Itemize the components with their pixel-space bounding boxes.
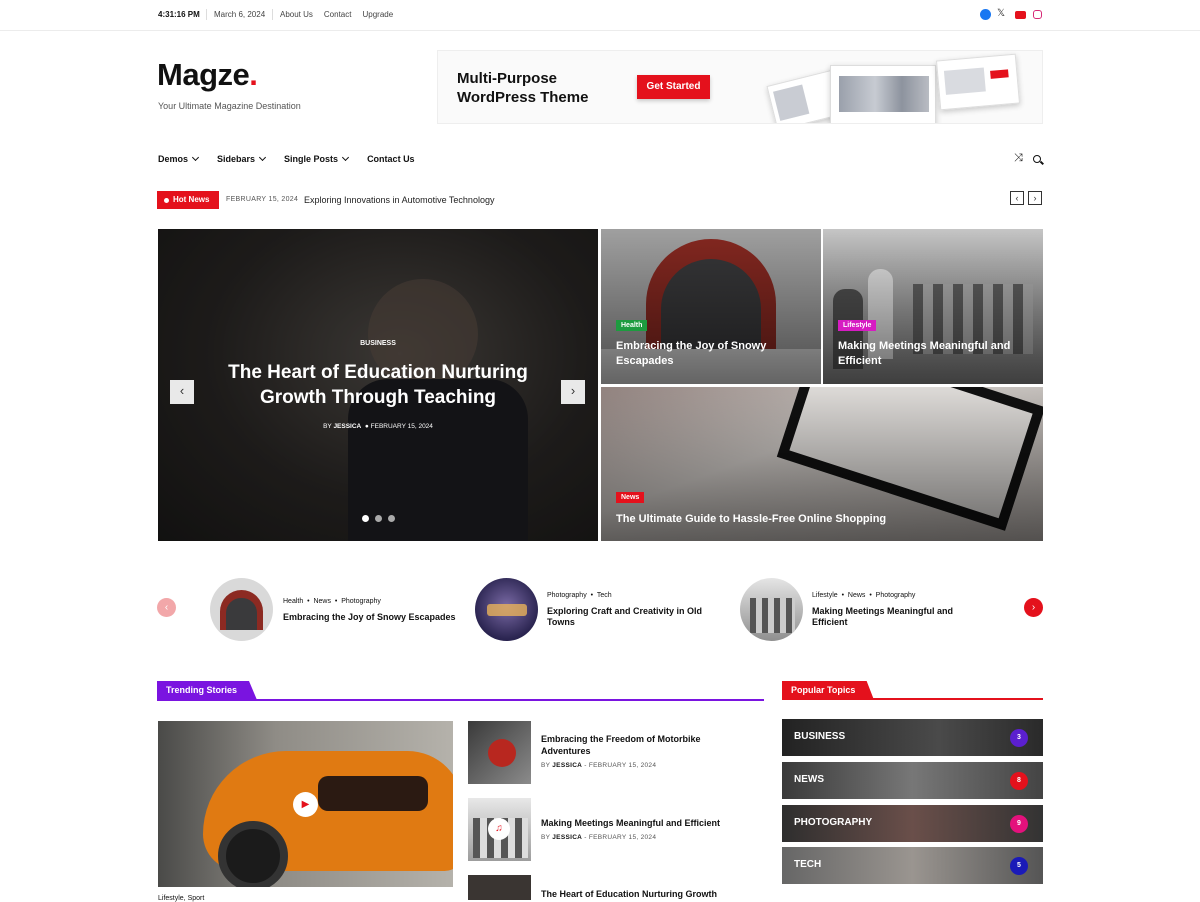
ticker-date: FEBRUARY 15, 2024 [226, 196, 299, 203]
carousel-thumbnail[interactable] [740, 578, 803, 641]
category-badge-lifestyle[interactable]: Lifestyle [838, 320, 877, 331]
banner-title: Multi-Purpose WordPress Theme [457, 70, 589, 106]
topic-photography[interactable]: PHOTOGRAPHY 9 [782, 805, 1043, 842]
carousel-thumbnail[interactable] [475, 578, 538, 641]
tag-link[interactable]: Photography [341, 598, 381, 605]
ticker-prev-button[interactable]: ‹ [1010, 191, 1024, 205]
carousel-next-button[interactable]: › [1024, 598, 1043, 617]
list-thumbnail[interactable] [468, 721, 531, 784]
search-icon-handle [1040, 160, 1044, 165]
topic-count-badge: 8 [1010, 772, 1028, 790]
topic-count-badge: 5 [1010, 857, 1028, 875]
nav-item-demos[interactable]: Demos [158, 153, 200, 164]
list-title[interactable]: Making Meetings Meaningful and Efficient [541, 817, 751, 829]
banner-mockup-image [830, 65, 936, 123]
category-badge-news[interactable]: News [616, 492, 645, 503]
tag-link[interactable]: Health [283, 598, 303, 605]
chevron-down-icon [191, 153, 200, 162]
clock-icon: ● [364, 423, 369, 430]
nav-item-sidebars[interactable]: Sidebars [217, 153, 267, 164]
tag-link[interactable]: Photography [547, 592, 587, 599]
x-icon[interactable]: 𝕏 [997, 8, 1005, 19]
tag-link[interactable]: Tech [597, 592, 612, 599]
list-title[interactable]: The Heart of Education Nurturing Growth [541, 888, 761, 900]
tile-title[interactable]: Embracing the Joy of Snowy Escapades [616, 339, 806, 369]
carousel-tags: Photography • Tech [547, 592, 612, 599]
list-meta: BY JESSICA - FEBRUARY 15, 2024 [541, 834, 657, 841]
tag-link[interactable]: Lifestyle [812, 592, 838, 599]
top-bar: 4:31:16 PM March 6, 2024 About Us Contac… [0, 0, 1200, 31]
slider-dot[interactable] [375, 515, 382, 522]
chevron-down-icon [342, 153, 350, 162]
link-upgrade[interactable]: Upgrade [362, 10, 393, 19]
hero-title[interactable]: The Heart of Education Nurturing Growth … [218, 360, 538, 410]
top-links: About Us Contact Upgrade [280, 10, 393, 19]
audio-icon[interactable]: ♫ [488, 818, 510, 840]
carousel-thumbnail[interactable] [210, 578, 273, 641]
youtube-icon[interactable] [1015, 11, 1026, 19]
hero-category[interactable]: BUSINESS [158, 340, 598, 347]
section-underline [782, 698, 1043, 700]
ticker-headline[interactable]: Exploring Innovations in Automotive Tech… [304, 195, 494, 205]
topic-tech[interactable]: TECH 5 [782, 847, 1043, 884]
ticker-next-button[interactable]: › [1028, 191, 1042, 205]
tile-title[interactable]: The Ultimate Guide to Hassle-Free Online… [616, 512, 1016, 527]
shuffle-icon[interactable]: ⤨ [1014, 152, 1023, 165]
chevron-down-icon [259, 153, 267, 162]
tag-link[interactable]: News [313, 598, 331, 605]
site-tagline: Your Ultimate Magazine Destination [158, 101, 301, 111]
hero-tile[interactable]: Health Embracing the Joy of Snowy Escapa… [601, 229, 821, 384]
hero-tile[interactable]: News The Ultimate Guide to Hassle-Free O… [601, 387, 1043, 541]
section-underline [157, 699, 764, 701]
tag-link[interactable]: News [848, 592, 866, 599]
topic-news[interactable]: NEWS 8 [782, 762, 1043, 799]
carousel-prev-button[interactable]: ‹ [157, 598, 176, 617]
list-thumbnail[interactable] [468, 875, 531, 900]
list-title[interactable]: Embracing the Freedom of Motorbike Adven… [541, 733, 741, 757]
author-link[interactable]: JESSICA [552, 834, 582, 841]
divider [206, 9, 207, 20]
current-time: 4:31:16 PM [158, 10, 200, 19]
topic-business[interactable]: BUSINESS 3 [782, 719, 1043, 756]
banner-mockup-image [935, 53, 1021, 111]
video-icon[interactable]: ▶ [293, 792, 318, 817]
trending-heading: Trending Stories [157, 681, 257, 700]
slider-dot[interactable] [388, 515, 395, 522]
get-started-button[interactable]: Get Started [637, 75, 710, 99]
link-about-us[interactable]: About Us [280, 10, 313, 19]
instagram-icon[interactable] [1033, 10, 1042, 19]
tag-link[interactable]: Photography [876, 592, 916, 599]
facebook-icon[interactable] [980, 9, 991, 20]
hero-meta: BY JESSICA ● FEBRUARY 15, 2024 [323, 423, 433, 430]
carousel-title[interactable]: Making Meetings Meaningful and Efficient [812, 606, 982, 628]
header-banner[interactable]: Multi-Purpose WordPress Theme Get Starte… [437, 50, 1043, 124]
hero-author[interactable]: JESSICA [333, 423, 361, 430]
hero-slider[interactable]: BUSINESS The Heart of Education Nurturin… [158, 229, 598, 541]
list-meta: BY JESSICA - FEBRUARY 15, 2024 [541, 762, 657, 769]
hero-next-button[interactable]: › [561, 380, 585, 404]
hot-news-label: Hot News [157, 191, 219, 209]
hero-prev-button[interactable]: ‹ [170, 380, 194, 404]
site-logo[interactable]: Magze. [157, 57, 258, 93]
divider [272, 9, 273, 20]
carousel-title[interactable]: Embracing the Joy of Snowy Escapades [283, 612, 463, 623]
author-link[interactable]: JESSICA [552, 762, 582, 769]
main-nav: Demos Sidebars Single Posts Contact Us [158, 153, 415, 164]
carousel-tags: Health • News • Photography [283, 598, 381, 605]
featured-category[interactable]: Lifestyle, Sport [158, 895, 204, 902]
tile-title[interactable]: Making Meetings Meaningful and Efficient [838, 339, 1033, 369]
topic-count-badge: 3 [1010, 729, 1028, 747]
trending-featured-image[interactable]: ▶ [158, 721, 453, 887]
link-contact[interactable]: Contact [324, 10, 352, 19]
current-date: March 6, 2024 [214, 10, 266, 19]
list-thumbnail[interactable]: ♫ [468, 798, 531, 861]
nav-item-single-posts[interactable]: Single Posts [284, 153, 350, 164]
slider-dot-active[interactable] [362, 515, 369, 522]
topic-count-badge: 9 [1010, 815, 1028, 833]
category-badge-health[interactable]: Health [616, 320, 648, 331]
nav-item-contact-us[interactable]: Contact Us [367, 154, 415, 164]
hero-tile[interactable]: Lifestyle Making Meetings Meaningful and… [823, 229, 1043, 384]
carousel-tags: Lifestyle • News • Photography [812, 592, 916, 599]
carousel-title[interactable]: Exploring Craft and Creativity in Old To… [547, 606, 717, 628]
